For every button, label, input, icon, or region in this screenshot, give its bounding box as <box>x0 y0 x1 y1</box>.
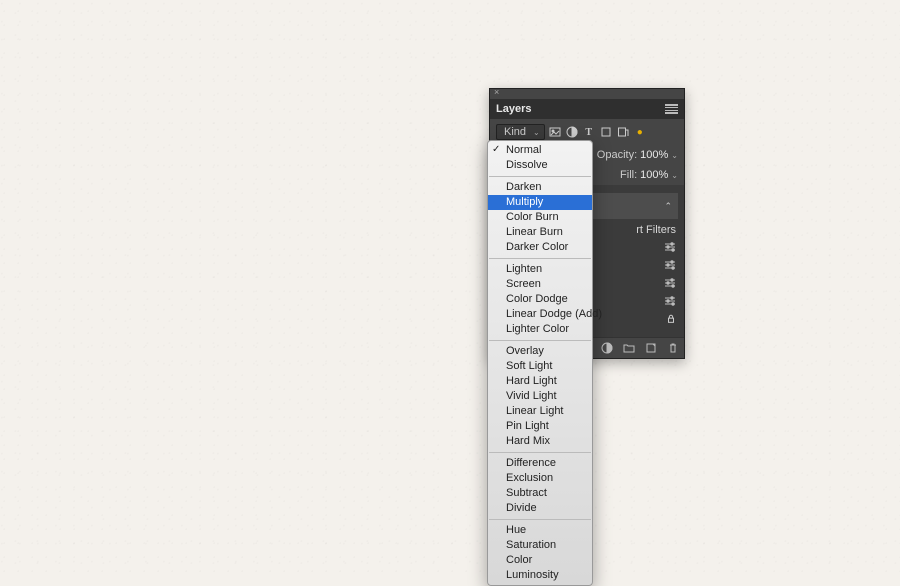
blend-mode-option[interactable]: Overlay <box>488 344 592 359</box>
blend-mode-option[interactable]: Divide <box>488 501 592 516</box>
chevron-down-icon[interactable]: ⌄ <box>671 171 678 180</box>
blend-mode-option[interactable]: Soft Light <box>488 359 592 374</box>
blend-mode-option[interactable]: Luminosity <box>488 568 592 583</box>
blend-mode-option[interactable]: Lighten <box>488 262 592 277</box>
blend-mode-option[interactable]: Darker Color <box>488 240 592 255</box>
blend-mode-label: Overlay <box>506 345 544 357</box>
blend-mode-option[interactable]: Vivid Light <box>488 389 592 404</box>
blend-mode-label: Hard Light <box>506 375 557 387</box>
close-icon[interactable]: × <box>494 87 499 97</box>
blend-mode-option[interactable]: Linear Dodge (Add) <box>488 307 592 322</box>
new-layer-icon[interactable] <box>644 341 658 355</box>
blend-mode-option[interactable]: Color <box>488 553 592 568</box>
filter-color-icon[interactable]: ● <box>633 125 647 139</box>
blend-mode-label: Linear Burn <box>506 226 563 238</box>
blend-mode-label: Color Dodge <box>506 293 568 305</box>
check-icon: ✓ <box>492 143 500 156</box>
blend-mode-label: Vivid Light <box>506 390 557 402</box>
kind-label: Kind <box>504 126 526 138</box>
blend-mode-dropdown[interactable]: ✓ Normal Dissolve Darken Multiply Color Burn L… <box>487 140 593 586</box>
panel-tabbar: Layers <box>490 99 684 119</box>
blend-mode-option[interactable]: Hard Mix <box>488 434 592 449</box>
blend-mode-label: Lighten <box>506 263 542 275</box>
separator <box>489 519 591 520</box>
blend-mode-label: Hue <box>506 524 526 536</box>
filter-type-icon[interactable]: T <box>582 125 596 139</box>
separator <box>489 340 591 341</box>
kind-dropdown[interactable]: Kind ⌄ <box>496 124 545 140</box>
blend-mode-option[interactable]: Color Burn <box>488 210 592 225</box>
blend-mode-option[interactable]: Exclusion <box>488 471 592 486</box>
separator <box>489 176 591 177</box>
filter-adjustment-icon[interactable] <box>565 125 579 139</box>
adjustment-icon[interactable] <box>600 341 614 355</box>
blend-mode-label: Dissolve <box>506 159 548 171</box>
sliders-icon[interactable] <box>664 296 676 309</box>
blend-mode-label: Darken <box>506 181 541 193</box>
blend-mode-label: Exclusion <box>506 472 553 484</box>
blend-mode-label: Color <box>506 554 532 566</box>
blend-mode-option[interactable]: Subtract <box>488 486 592 501</box>
panel-menu-icon[interactable] <box>665 104 678 114</box>
blend-mode-option[interactable]: Darken <box>488 180 592 195</box>
opacity-label: Opacity: <box>597 149 637 161</box>
blend-mode-label: Difference <box>506 457 556 469</box>
panel-topbar: × <box>490 89 684 99</box>
folder-icon[interactable] <box>622 341 636 355</box>
blend-mode-option[interactable]: Linear Light <box>488 404 592 419</box>
sliders-icon[interactable] <box>664 260 676 273</box>
blend-mode-label: Screen <box>506 278 541 290</box>
sliders-icon[interactable] <box>664 278 676 291</box>
blend-mode-label: Pin Light <box>506 420 549 432</box>
blend-mode-option[interactable]: Hue <box>488 523 592 538</box>
blend-mode-option[interactable]: Difference <box>488 456 592 471</box>
blend-mode-option[interactable]: Color Dodge <box>488 292 592 307</box>
blend-mode-label: Hard Mix <box>506 435 550 447</box>
filter-smart-icon[interactable] <box>616 125 630 139</box>
filter-pixel-icon[interactable] <box>548 125 562 139</box>
blend-mode-option[interactable]: Multiply <box>488 195 592 210</box>
blend-mode-label: Soft Light <box>506 360 552 372</box>
blend-mode-option[interactable]: Hard Light <box>488 374 592 389</box>
blend-mode-label: Darker Color <box>506 241 568 253</box>
blend-mode-option[interactable]: Dissolve <box>488 158 592 173</box>
blend-mode-option[interactable]: Screen <box>488 277 592 292</box>
blend-mode-label: Linear Dodge (Add) <box>506 308 602 320</box>
blend-mode-label: Normal <box>506 144 541 156</box>
lock-icon <box>666 314 676 327</box>
blend-mode-option[interactable]: ✓ Normal <box>488 143 592 158</box>
chevron-down-icon: ⌄ <box>533 128 540 137</box>
chevron-down-icon[interactable]: ⌄ <box>671 151 678 160</box>
blend-mode-label: Divide <box>506 502 537 514</box>
blend-mode-option[interactable]: Linear Burn <box>488 225 592 240</box>
fill-label: Fill: <box>620 169 637 181</box>
sliders-icon[interactable] <box>664 242 676 255</box>
filter-shape-icon[interactable] <box>599 125 613 139</box>
separator <box>489 452 591 453</box>
blend-mode-label: Saturation <box>506 539 556 551</box>
separator <box>489 258 591 259</box>
opacity-value[interactable]: 100% <box>640 149 668 161</box>
blend-mode-option[interactable]: Saturation <box>488 538 592 553</box>
blend-mode-label: Multiply <box>506 196 543 208</box>
blend-mode-option[interactable]: Lighter Color <box>488 322 592 337</box>
trash-icon[interactable] <box>666 341 680 355</box>
blend-mode-label: Linear Light <box>506 405 564 417</box>
chevron-expand-icon[interactable]: ⌃ <box>664 201 672 212</box>
blend-mode-label: Lighter Color <box>506 323 569 335</box>
fill-value[interactable]: 100% <box>640 169 668 181</box>
blend-mode-label: Subtract <box>506 487 547 499</box>
blend-mode-option[interactable]: Pin Light <box>488 419 592 434</box>
layers-tab[interactable]: Layers <box>496 103 531 115</box>
blend-mode-label: Luminosity <box>506 569 559 581</box>
blend-mode-label: Color Burn <box>506 211 559 223</box>
